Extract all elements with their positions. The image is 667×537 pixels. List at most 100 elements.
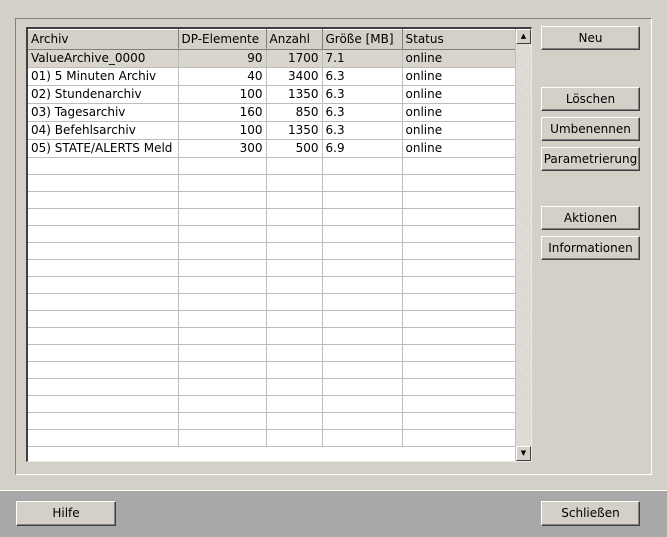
empty-table-row[interactable] [28,429,516,447]
table-cell: 1350 [266,121,323,140]
table-cell [266,242,323,260]
table-cell [178,412,267,430]
scroll-up-arrow-icon[interactable]: ▲ [516,29,531,44]
table-cell [322,344,403,362]
table-cell [28,191,179,209]
empty-table-row[interactable] [28,225,516,243]
table-cell: 300 [178,139,267,158]
aktionen-button[interactable]: Aktionen [541,206,640,230]
table-cell [322,225,403,243]
table-cell: 100 [178,121,267,140]
schliessen-button[interactable]: Schließen [541,501,640,526]
table-cell: 03) Tagesarchiv [28,103,179,122]
table-row[interactable]: 03) Tagesarchiv 160 850 6.3 online [28,103,516,122]
table-cell [266,429,323,447]
table-row[interactable]: 02) Stundenarchiv 100 1350 6.3 online [28,85,516,104]
table-cell [28,395,179,413]
table-cell [266,208,323,226]
table-body: ValueArchive_0000 90 1700 7.1 online 01) 5 Mi… [28,49,516,447]
empty-table-row[interactable] [28,310,516,328]
table-cell [322,276,403,294]
table-cell: 160 [178,103,267,122]
table-cell [266,276,323,294]
parametrierung-button[interactable]: Parametrierung [541,147,640,171]
table-cell [266,293,323,311]
table-cell: online [402,67,516,86]
table-cell: online [402,103,516,122]
column-header-groesse[interactable]: Größe [MB] [322,29,403,50]
archive-dialog-panel: Archiv DP-Elemente Anzahl Größe [MB] Sta… [0,0,667,490]
table-cell [178,157,267,175]
table-cell [28,327,179,345]
table-cell [402,395,516,413]
empty-table-row[interactable] [28,174,516,192]
table-cell: 6.9 [322,139,403,158]
table-row[interactable]: ValueArchive_0000 90 1700 7.1 online [28,49,516,68]
archive-table-frame: Archiv DP-Elemente Anzahl Größe [MB] Sta… [26,27,532,462]
neu-button[interactable]: Neu [541,26,640,50]
table-cell [402,293,516,311]
table-cell [322,412,403,430]
table-cell: 850 [266,103,323,122]
table-row[interactable]: 05) STATE/ALERTS Meld 300 500 6.9 online [28,139,516,158]
table-cell: 6.3 [322,85,403,104]
table-cell [266,225,323,243]
table-cell [178,361,267,379]
table-cell: ValueArchive_0000 [28,49,179,68]
table-cell [178,242,267,260]
table-cell: 6.3 [322,121,403,140]
table-cell [178,378,267,396]
table-cell [322,259,403,277]
empty-table-row[interactable] [28,327,516,345]
table-cell [402,378,516,396]
table-cell: 7.1 [322,49,403,68]
table-row[interactable]: 01) 5 Minuten Archiv 40 3400 6.3 online [28,67,516,86]
table-cell [402,327,516,345]
table-cell [402,344,516,362]
table-cell [402,157,516,175]
empty-table-row[interactable] [28,276,516,294]
empty-table-row[interactable] [28,191,516,209]
empty-table-row[interactable] [28,344,516,362]
table-row[interactable]: 04) Befehlsarchiv 100 1350 6.3 online [28,121,516,140]
table-cell [178,191,267,209]
table-cell [28,157,179,175]
empty-table-row[interactable] [28,293,516,311]
table-cell [402,242,516,260]
column-header-archiv[interactable]: Archiv [28,29,179,50]
table-cell [402,429,516,447]
table-cell [178,259,267,277]
table-cell [402,225,516,243]
table-cell [266,327,323,345]
empty-table-row[interactable] [28,378,516,396]
vertical-scrollbar[interactable]: ▲ ▼ [515,29,531,461]
empty-table-row[interactable] [28,412,516,430]
table-cell: 02) Stundenarchiv [28,85,179,104]
table-cell [178,344,267,362]
table-cell [178,327,267,345]
table-cell [28,174,179,192]
column-header-anzahl[interactable]: Anzahl [266,29,323,50]
column-header-status[interactable]: Status [402,29,516,50]
umbenennen-button[interactable]: Umbenennen [541,117,640,141]
table-cell [178,225,267,243]
table-cell [322,429,403,447]
table-cell [28,429,179,447]
hilfe-button[interactable]: Hilfe [16,501,116,526]
loeschen-button[interactable]: Löschen [541,87,640,111]
empty-table-row[interactable] [28,361,516,379]
empty-table-row[interactable] [28,395,516,413]
scroll-down-arrow-icon[interactable]: ▼ [516,446,531,461]
empty-table-row[interactable] [28,259,516,277]
empty-table-row[interactable] [28,208,516,226]
table-cell [322,293,403,311]
table-cell: 40 [178,67,267,86]
empty-table-row[interactable] [28,242,516,260]
table-cell [28,242,179,260]
informationen-button[interactable]: Informationen [541,236,640,260]
table-cell [28,259,179,277]
empty-table-row[interactable] [28,157,516,175]
table-cell [266,361,323,379]
table-cell [28,293,179,311]
column-header-dp-elemente[interactable]: DP-Elemente [178,29,267,50]
